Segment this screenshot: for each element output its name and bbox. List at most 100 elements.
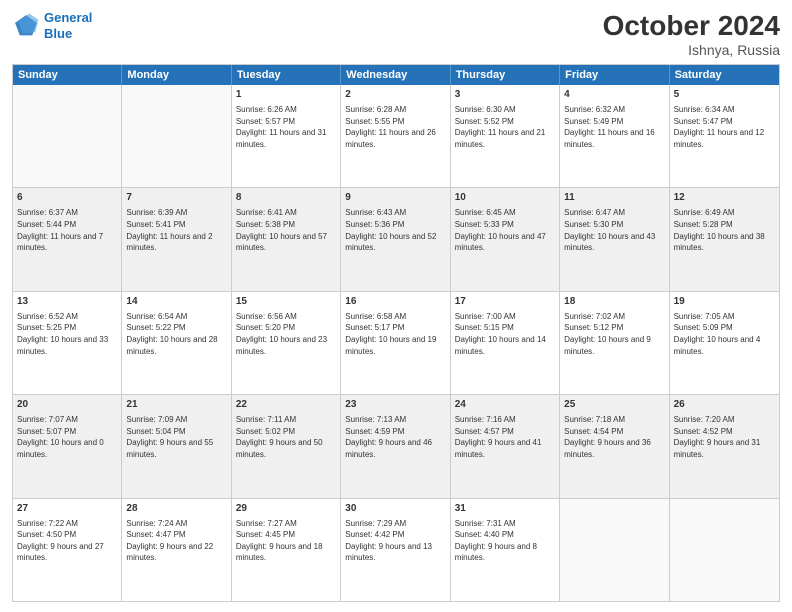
- sunset-label: Sunset: 4:47 PM: [126, 530, 185, 539]
- cell-info: Sunrise: 7:05 AMSunset: 5:09 PMDaylight:…: [674, 311, 775, 357]
- sunrise-label: Sunrise: 6:47 AM: [564, 208, 625, 217]
- daylight-label: Daylight: 10 hours and 43 minutes.: [564, 232, 655, 253]
- sunset-label: Sunset: 4:50 PM: [17, 530, 76, 539]
- daylight-label: Daylight: 11 hours and 16 minutes.: [564, 128, 655, 149]
- calendar-cell: 27 Sunrise: 7:22 AM Sunset: 4:50 PM Dayligh…: [13, 499, 122, 601]
- sunset-label: Sunset: 5:30 PM: [564, 220, 623, 229]
- cell-info: Sunrise: 6:45 AMSunset: 5:33 PMDaylight:…: [455, 207, 555, 253]
- cell-info: Sunrise: 7:13 AMSunset: 4:59 PMDaylight:…: [345, 414, 445, 460]
- sunrise-label: Sunrise: 7:27 AM: [236, 519, 297, 528]
- sunset-label: Sunset: 5:44 PM: [17, 220, 76, 229]
- day-number: 15: [236, 295, 336, 309]
- calendar-cell: 3Sunrise: 6:30 AMSunset: 5:52 PMDaylight…: [451, 85, 560, 187]
- cell-info: Sunrise: 7:22 AM Sunset: 4:50 PM Daylight:…: [17, 518, 117, 564]
- calendar-cell: 28Sunrise: 7:24 AMSunset: 4:47 PMDayligh…: [122, 499, 231, 601]
- sunset-label: Sunset: 4:45 PM: [236, 530, 295, 539]
- calendar-cell: 10Sunrise: 6:45 AMSunset: 5:33 PMDayligh…: [451, 188, 560, 290]
- sunrise-label: Sunrise: 7:31 AM: [455, 519, 516, 528]
- calendar-week-1: 1Sunrise: 6:26 AMSunset: 5:57 PMDaylight…: [13, 85, 779, 187]
- daylight-label: Daylight: 9 hours and 18 minutes.: [236, 542, 323, 563]
- daylight-label: Daylight: 10 hours and 0 minutes.: [17, 438, 104, 459]
- calendar-cell: 29Sunrise: 7:27 AMSunset: 4:45 PMDayligh…: [232, 499, 341, 601]
- sunrise-label: Sunrise: 6:52 AM: [17, 312, 78, 321]
- daylight-label: Daylight: 10 hours and 47 minutes.: [455, 232, 546, 253]
- calendar-cell: 20Sunrise: 7:07 AMSunset: 5:07 PMDayligh…: [13, 395, 122, 497]
- sunrise-label: Sunrise: 6:28 AM: [345, 105, 406, 114]
- day-number: 5: [674, 88, 775, 102]
- sunset-label: Sunset: 4:42 PM: [345, 530, 404, 539]
- daylight-label: Daylight: 9 hours and 13 minutes.: [345, 542, 432, 563]
- daylight-label: Daylight: 10 hours and 23 minutes.: [236, 335, 327, 356]
- day-number: 3: [455, 88, 555, 102]
- sunrise-label: Sunrise: 7:05 AM: [674, 312, 735, 321]
- sunrise-label: Sunrise: 7:20 AM: [674, 415, 735, 424]
- calendar-week-3: 13 Sunrise: 6:52 AM Sunset: 5:25 PM Dayligh…: [13, 291, 779, 394]
- sunset-label: Sunset: 5:49 PM: [564, 117, 623, 126]
- calendar-cell: [122, 85, 231, 187]
- calendar-cell: 11Sunrise: 6:47 AMSunset: 5:30 PMDayligh…: [560, 188, 669, 290]
- sunset-label: Sunset: 5:09 PM: [674, 323, 733, 332]
- header-tuesday: Tuesday: [232, 65, 341, 85]
- calendar-body: 1Sunrise: 6:26 AMSunset: 5:57 PMDaylight…: [13, 85, 779, 601]
- sunset-label: Sunset: 4:54 PM: [564, 427, 623, 436]
- sunset-label: Sunset: 5:33 PM: [455, 220, 514, 229]
- day-number: 12: [674, 191, 775, 205]
- daylight-label: Daylight: 9 hours and 27 minutes.: [17, 542, 104, 563]
- day-number: 20: [17, 398, 117, 412]
- header-friday: Friday: [560, 65, 669, 85]
- sunset-label: Sunset: 5:20 PM: [236, 323, 295, 332]
- daylight-label: Daylight: 10 hours and 9 minutes.: [564, 335, 651, 356]
- cell-info: Sunrise: 7:11 AMSunset: 5:02 PMDaylight:…: [236, 414, 336, 460]
- day-number: 18: [564, 295, 664, 309]
- daylight-label: Daylight: 9 hours and 22 minutes.: [126, 542, 213, 563]
- calendar-cell: 4Sunrise: 6:32 AMSunset: 5:49 PMDaylight…: [560, 85, 669, 187]
- day-number: 6: [17, 191, 117, 205]
- cell-info: Sunrise: 6:41 AMSunset: 5:38 PMDaylight:…: [236, 207, 336, 253]
- calendar-cell: 21Sunrise: 7:09 AMSunset: 5:04 PMDayligh…: [122, 395, 231, 497]
- logo: General Blue: [12, 10, 92, 41]
- daylight-label: Daylight: 10 hours and 57 minutes.: [236, 232, 327, 253]
- calendar-cell: 1Sunrise: 6:26 AMSunset: 5:57 PMDaylight…: [232, 85, 341, 187]
- daylight-label: Daylight: 9 hours and 46 minutes.: [345, 438, 432, 459]
- daylight-label: Daylight: 11 hours and 26 minutes.: [345, 128, 436, 149]
- sunrise-label: Sunrise: 7:22 AM: [17, 519, 78, 528]
- sunrise-label: Sunrise: 6:30 AM: [455, 105, 516, 114]
- calendar-cell: 24Sunrise: 7:16 AMSunset: 4:57 PMDayligh…: [451, 395, 560, 497]
- day-number: 8: [236, 191, 336, 205]
- calendar-cell: 17Sunrise: 7:00 AMSunset: 5:15 PMDayligh…: [451, 292, 560, 394]
- sunrise-label: Sunrise: 7:11 AM: [236, 415, 296, 424]
- day-number: 17: [455, 295, 555, 309]
- day-number: 13: [17, 295, 117, 309]
- sunset-label: Sunset: 4:57 PM: [455, 427, 514, 436]
- sunset-label: Sunset: 5:41 PM: [126, 220, 185, 229]
- sunrise-label: Sunrise: 6:26 AM: [236, 105, 297, 114]
- day-number: 14: [126, 295, 226, 309]
- cell-info: Sunrise: 6:52 AMSunset: 5:25 PMDaylight:…: [17, 311, 117, 357]
- day-number: 26: [674, 398, 775, 412]
- calendar-cell: 7Sunrise: 6:39 AMSunset: 5:41 PMDaylight…: [122, 188, 231, 290]
- daylight-label: Daylight: 11 hours and 2 minutes.: [126, 232, 212, 253]
- day-number: 27: [17, 502, 117, 516]
- calendar-cell: 16Sunrise: 6:58 AMSunset: 5:17 PMDayligh…: [341, 292, 450, 394]
- calendar-cell: 22Sunrise: 7:11 AMSunset: 5:02 PMDayligh…: [232, 395, 341, 497]
- sunset-label: Sunset: 5:17 PM: [345, 323, 404, 332]
- calendar-cell: 31Sunrise: 7:31 AMSunset: 4:40 PMDayligh…: [451, 499, 560, 601]
- sunrise-label: Sunrise: 7:24 AM: [126, 519, 187, 528]
- day-number: 23: [345, 398, 445, 412]
- sunrise-label: Sunrise: 7:00 AM: [455, 312, 516, 321]
- header-wednesday: Wednesday: [341, 65, 450, 85]
- month-year: October 2024: [603, 10, 780, 42]
- sunrise-label: Sunrise: 7:16 AM: [455, 415, 516, 424]
- sunrise-label: Sunrise: 7:29 AM: [345, 519, 406, 528]
- page: General Blue October 2024 Ishnya, Russia…: [0, 0, 792, 612]
- sunset-label: Sunset: 5:25 PM: [17, 323, 76, 332]
- sunset-label: Sunset: 5:38 PM: [236, 220, 295, 229]
- sunset-label: Sunset: 5:28 PM: [674, 220, 733, 229]
- sunrise-label: Sunrise: 7:07 AM: [17, 415, 78, 424]
- sunrise-label: Sunrise: 6:34 AM: [674, 105, 735, 114]
- sunset-label: Sunset: 4:40 PM: [455, 530, 514, 539]
- daylight-label: Daylight: 11 hours and 12 minutes.: [674, 128, 765, 149]
- sunrise-label: Sunrise: 7:02 AM: [564, 312, 625, 321]
- cell-info: Sunrise: 6:47 AM Sunset: 5:30 PM Daylight:…: [564, 207, 664, 253]
- sunset-label: Sunset: 4:52 PM: [674, 427, 733, 436]
